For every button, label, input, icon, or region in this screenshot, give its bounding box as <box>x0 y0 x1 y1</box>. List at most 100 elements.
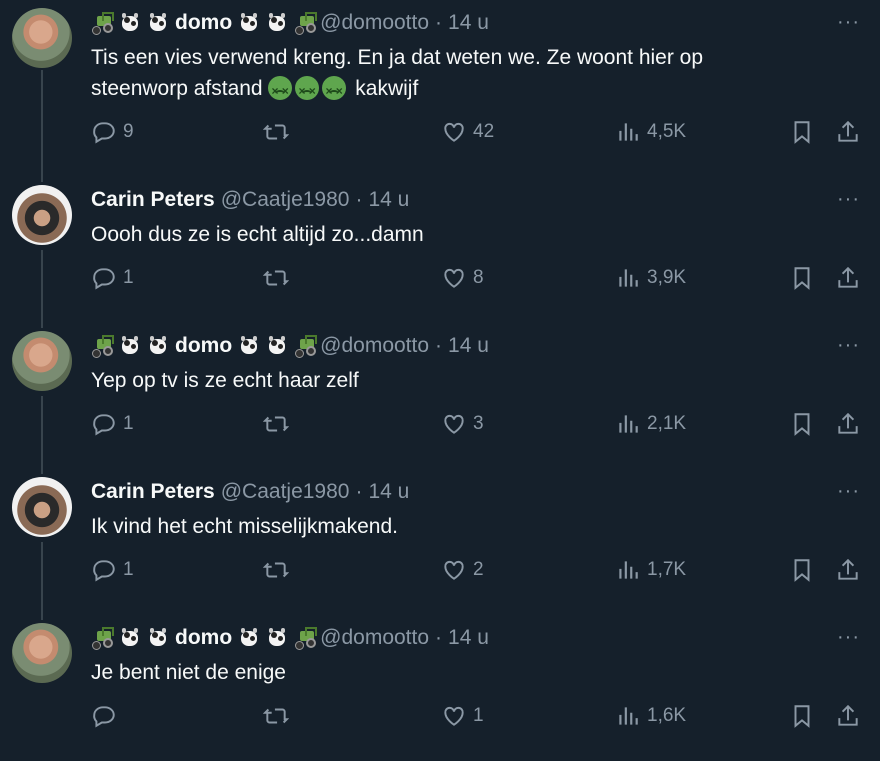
bookmark-button[interactable] <box>789 703 815 729</box>
reply-button[interactable]: 9 <box>91 119 134 145</box>
more-icon[interactable]: ··· <box>837 627 860 647</box>
author-handle[interactable]: @Caatje1980 <box>221 480 350 504</box>
tweet[interactable]: Carin Peters @Caatje1980 · 14 u ··· Ik v… <box>0 469 880 615</box>
cow-emoji <box>266 627 288 649</box>
author-name[interactable]: domo <box>175 334 232 358</box>
like-icon <box>444 414 464 434</box>
cow-emoji <box>119 335 141 357</box>
retweet-icon <box>263 416 289 432</box>
tweet-text: Yep op tv is ze echt haar zelf <box>91 369 359 392</box>
retweet-button[interactable] <box>263 119 289 145</box>
separator-dot: · <box>355 480 363 503</box>
tweet[interactable]: domo @domootto · 14 u ··· Je bent niet d… <box>0 615 880 761</box>
reply-button[interactable]: 1 <box>91 411 134 437</box>
more-icon[interactable]: ··· <box>837 189 860 209</box>
avatar[interactable] <box>12 185 72 245</box>
retweet-button[interactable] <box>263 411 289 437</box>
tractor-emoji <box>294 335 318 358</box>
tractor-emoji <box>294 12 318 35</box>
share-icon <box>838 120 858 142</box>
share-icon <box>838 704 858 726</box>
views-button[interactable]: 3,9K <box>615 265 686 291</box>
retweet-button[interactable] <box>263 557 289 583</box>
like-button[interactable]: 3 <box>441 411 484 437</box>
timestamp[interactable]: 14 u <box>448 626 489 650</box>
retweet-button[interactable] <box>263 703 289 729</box>
author-name[interactable]: Carin Peters <box>91 480 215 504</box>
views-count: 1,6K <box>647 705 687 726</box>
reply-button[interactable] <box>91 703 123 729</box>
reply-button[interactable]: 1 <box>91 265 134 291</box>
tractor-emoji <box>91 335 114 358</box>
bookmark-icon <box>794 705 810 728</box>
timestamp[interactable]: 14 u <box>368 188 409 212</box>
timestamp[interactable]: 14 u <box>448 334 489 358</box>
share-button[interactable] <box>835 411 861 437</box>
views-button[interactable]: 4,5K <box>615 119 686 145</box>
more-icon[interactable]: ··· <box>837 12 860 32</box>
reply-icon <box>93 706 115 728</box>
like-count: 2 <box>473 559 484 580</box>
reply-count: 1 <box>123 267 134 288</box>
like-icon <box>444 122 464 142</box>
author-handle[interactable]: @domootto <box>320 334 429 358</box>
like-button[interactable]: 2 <box>441 557 484 583</box>
like-count: 42 <box>473 121 495 142</box>
share-button[interactable] <box>835 557 861 583</box>
cow-emoji <box>147 627 169 649</box>
author-handle[interactable]: @domootto <box>320 11 429 35</box>
tweet-header: Carin Peters @Caatje1980 · 14 u <box>91 186 820 214</box>
views-button[interactable]: 1,6K <box>615 703 686 729</box>
retweet-icon <box>263 708 289 724</box>
timestamp[interactable]: 14 u <box>368 480 409 504</box>
reply-button[interactable]: 1 <box>91 557 134 583</box>
author-handle[interactable]: @domootto <box>320 626 429 650</box>
reply-count: 9 <box>123 121 134 142</box>
share-button[interactable] <box>835 119 861 145</box>
like-button[interactable]: 1 <box>441 703 484 729</box>
timestamp[interactable]: 14 u <box>448 11 489 35</box>
bookmark-icon <box>794 121 810 144</box>
reply-count: 1 <box>123 559 134 580</box>
bookmark-icon <box>794 267 810 290</box>
views-icon <box>619 123 638 141</box>
avatar[interactable] <box>12 623 72 683</box>
share-button[interactable] <box>835 703 861 729</box>
tweet-header: domo @domootto · 14 u <box>91 624 820 652</box>
bookmark-button[interactable] <box>789 557 815 583</box>
tweet[interactable]: domo @domootto · 14 u ··· Yep op tv is z… <box>0 323 880 469</box>
more-icon[interactable]: ··· <box>837 481 860 501</box>
retweet-icon <box>263 562 289 578</box>
like-icon <box>444 560 464 580</box>
reply-icon <box>93 414 115 436</box>
avatar[interactable] <box>12 331 72 391</box>
bookmark-button[interactable] <box>789 265 815 291</box>
bookmark-button[interactable] <box>789 119 815 145</box>
author-name[interactable]: domo <box>175 11 232 35</box>
avatar[interactable] <box>12 8 72 68</box>
share-icon <box>838 558 858 580</box>
tweet-header: domo @domootto · 14 u <box>91 9 820 37</box>
avatar[interactable] <box>12 477 72 537</box>
like-button[interactable]: 8 <box>441 265 484 291</box>
retweet-button[interactable] <box>263 265 289 291</box>
author-name[interactable]: domo <box>175 626 232 650</box>
more-icon[interactable]: ··· <box>837 335 860 355</box>
tweet[interactable]: Carin Peters @Caatje1980 · 14 u ··· Oooh… <box>0 177 880 323</box>
author-name[interactable]: Carin Peters <box>91 188 215 212</box>
emoji-row <box>91 335 173 358</box>
sick-face-emoji <box>268 76 293 107</box>
views-button[interactable]: 2,1K <box>615 411 686 437</box>
cow-emoji <box>238 12 260 34</box>
sick-face-emoji <box>295 76 320 107</box>
tweet[interactable]: domo @domootto · 14 u ··· Tis een vies v… <box>0 0 880 146</box>
emoji-row <box>238 12 320 35</box>
like-button[interactable]: 42 <box>441 119 494 145</box>
author-handle[interactable]: @Caatje1980 <box>221 188 350 212</box>
bookmark-button[interactable] <box>789 411 815 437</box>
views-button[interactable]: 1,7K <box>615 557 686 583</box>
views-count: 1,7K <box>647 559 687 580</box>
views-icon <box>619 269 638 287</box>
share-button[interactable] <box>835 265 861 291</box>
views-count: 3,9K <box>647 267 687 288</box>
